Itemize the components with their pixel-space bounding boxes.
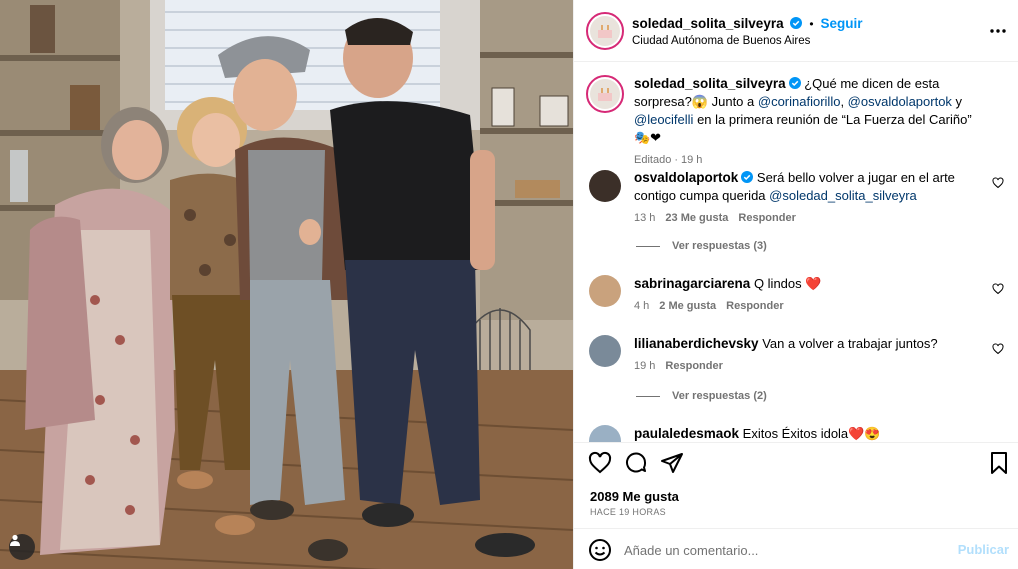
meta-dot: · bbox=[674, 154, 678, 166]
caption-time[interactable]: 19 h bbox=[681, 154, 702, 166]
emoji-smiley-icon[interactable] bbox=[588, 538, 612, 562]
comment-time[interactable]: 13 h bbox=[634, 212, 655, 224]
caption: soledad_solita_silveyra ¿Qué me dicen de… bbox=[586, 73, 1009, 166]
comment-bubble-icon[interactable] bbox=[624, 451, 648, 475]
comment-body: Exitos Éxitos idola❤️😍 bbox=[742, 426, 881, 441]
like-comment-heart-icon[interactable] bbox=[992, 177, 1004, 189]
user-tag-button[interactable] bbox=[9, 534, 35, 560]
comment-item: lilianaberdichevsky Van a volver a traba… bbox=[589, 333, 1009, 393]
avatar-image bbox=[590, 16, 620, 46]
comments-list[interactable]: soledad_solita_silveyra ¿Qué me dicen de… bbox=[574, 63, 1018, 442]
mention-link[interactable]: @leocifelli bbox=[634, 112, 693, 127]
caption-meta: Editado · 19 h bbox=[634, 153, 987, 167]
post-panel: soledad_solita_silveyra • Seguir Ciudad … bbox=[573, 0, 1018, 569]
comment-avatar[interactable] bbox=[589, 335, 621, 367]
comment-body: Q lindos ❤️ bbox=[753, 276, 822, 291]
view-replies-label: Ver respuestas (2) bbox=[672, 390, 767, 402]
replies-line bbox=[636, 245, 660, 247]
comment-username[interactable]: paulaledesmaok bbox=[634, 426, 739, 441]
verified-badge-icon bbox=[790, 17, 803, 29]
comment-text: lilianaberdichevsky Van a volver a traba… bbox=[634, 335, 987, 373]
post-location[interactable]: Ciudad Autónoma de Buenos Aires bbox=[632, 35, 810, 47]
comment-text: paulaledesmaok Exitos Éxitos idola❤️😍 bbox=[634, 425, 987, 442]
view-replies-label: Ver respuestas (3) bbox=[672, 240, 767, 252]
like-comment-heart-icon[interactable] bbox=[992, 283, 1004, 295]
comment-input[interactable] bbox=[624, 540, 944, 560]
author-avatar[interactable] bbox=[586, 12, 624, 50]
comment-likes[interactable]: 23 Me gusta bbox=[665, 212, 728, 224]
cake-icon bbox=[598, 25, 612, 38]
photo-illustration bbox=[0, 0, 573, 569]
follow-button[interactable]: Seguir bbox=[820, 16, 862, 31]
comment-avatar[interactable] bbox=[589, 425, 621, 442]
header-dot: • bbox=[809, 17, 814, 31]
view-replies-button[interactable]: Ver respuestas (2) bbox=[636, 390, 767, 402]
comment-time[interactable]: 4 h bbox=[634, 300, 649, 312]
mention-link[interactable]: @corinafiorillo bbox=[758, 94, 841, 109]
post-header: soledad_solita_silveyra • Seguir Ciudad … bbox=[574, 0, 1018, 62]
edited-label: Editado bbox=[634, 154, 672, 166]
comment-time[interactable]: 19 h bbox=[634, 360, 655, 372]
post-photo[interactable] bbox=[0, 0, 573, 569]
comment-avatar[interactable] bbox=[589, 275, 621, 307]
reply-button[interactable]: Responder bbox=[665, 360, 722, 372]
publish-button[interactable]: Publicar bbox=[958, 542, 1009, 557]
verified-badge-icon bbox=[741, 171, 754, 183]
comment-composer: Publicar bbox=[574, 528, 1018, 569]
caption-text: soledad_solita_silveyra ¿Qué me dicen de… bbox=[634, 75, 987, 167]
caption-avatar[interactable] bbox=[586, 75, 624, 113]
save-bookmark-icon[interactable] bbox=[987, 451, 1011, 475]
author-username[interactable]: soledad_solita_silveyra bbox=[632, 16, 784, 31]
caption-sep: y bbox=[951, 94, 963, 109]
likes-count[interactable]: 2089 Me gusta bbox=[590, 489, 679, 504]
comment-username[interactable]: sabrinagarciarena bbox=[634, 276, 750, 291]
mention-link[interactable]: @soledad_solita_silveyra bbox=[769, 188, 917, 203]
comment-username[interactable]: lilianaberdichevsky bbox=[634, 336, 759, 351]
avatar-image bbox=[590, 79, 620, 109]
comment-item: sabrinagarciarena Q lindos ❤️ 4 h 2 Me gu… bbox=[589, 273, 1009, 323]
comment-username[interactable]: osvaldolaportok bbox=[634, 170, 738, 185]
reply-button[interactable]: Responder bbox=[738, 212, 795, 224]
comment-meta: 13 h 23 Me gusta Responder bbox=[634, 211, 987, 225]
person-icon bbox=[10, 534, 20, 546]
comment-text: osvaldolaportok Será bello volver a juga… bbox=[634, 169, 987, 225]
comment-text: sabrinagarciarena Q lindos ❤️ 4 h 2 Me gu… bbox=[634, 275, 987, 313]
replies-line bbox=[636, 395, 660, 397]
comment-body: Van a volver a trabajar juntos? bbox=[762, 336, 938, 351]
share-paper-plane-icon[interactable] bbox=[660, 451, 684, 475]
comment-likes[interactable]: 2 Me gusta bbox=[659, 300, 716, 312]
post-time[interactable]: HACE 19 HORAS bbox=[590, 507, 666, 517]
post-actions: 2089 Me gusta HACE 19 HORAS bbox=[574, 442, 1018, 527]
comment-avatar[interactable] bbox=[589, 170, 621, 202]
cake-icon bbox=[598, 88, 612, 101]
header-title-line: soledad_solita_silveyra • Seguir bbox=[632, 15, 862, 31]
instagram-post: soledad_solita_silveyra • Seguir Ciudad … bbox=[0, 0, 1018, 569]
caption-username[interactable]: soledad_solita_silveyra bbox=[634, 76, 786, 91]
comment-meta: 19 h Responder bbox=[634, 359, 987, 373]
comment-meta: 4 h 2 Me gusta Responder bbox=[634, 299, 987, 313]
mention-link[interactable]: @osvaldolaportok bbox=[848, 94, 952, 109]
like-comment-heart-icon[interactable] bbox=[992, 343, 1004, 355]
like-heart-icon[interactable] bbox=[588, 451, 612, 475]
view-replies-button[interactable]: Ver respuestas (3) bbox=[636, 240, 767, 252]
caption-sep: , bbox=[840, 94, 848, 109]
more-options-icon[interactable] bbox=[989, 22, 1007, 40]
reply-button[interactable]: Responder bbox=[726, 300, 783, 312]
verified-badge-icon bbox=[788, 77, 801, 89]
comment-item: paulaledesmaok Exitos Éxitos idola❤️😍 bbox=[589, 423, 1009, 442]
